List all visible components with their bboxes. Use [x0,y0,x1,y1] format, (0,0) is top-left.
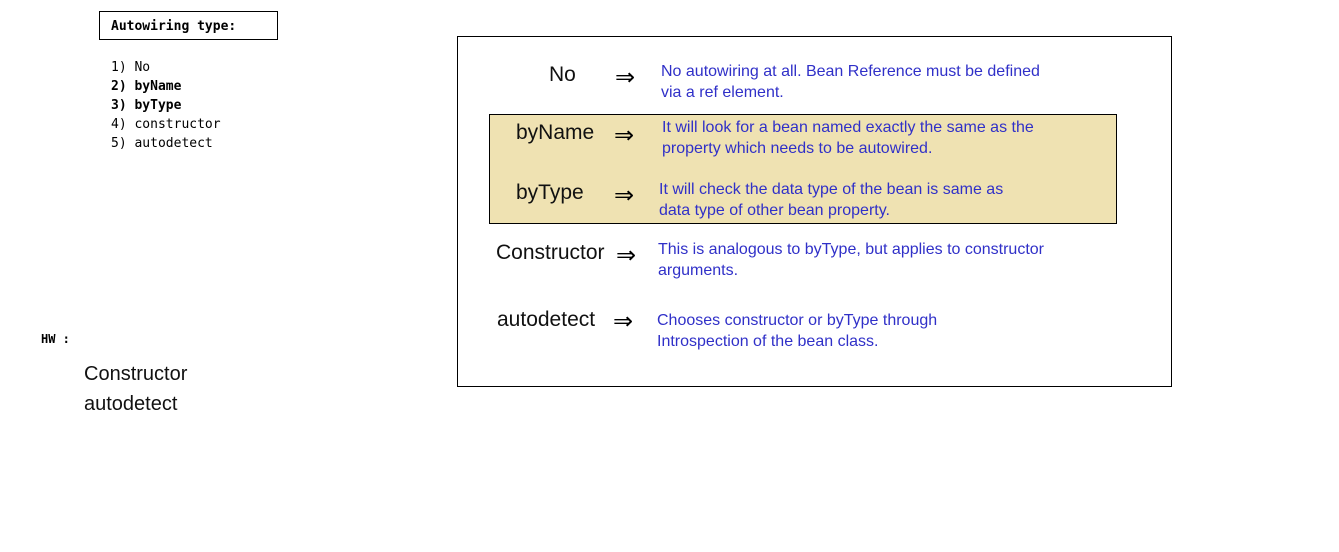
arrow-icon: ⇒ [616,241,637,269]
list-item-autodetect: 5) autodetect [111,136,213,151]
term-autodetect: autodetect [497,308,596,331]
arrow-icon: ⇒ [615,63,636,91]
autowiring-type-title: Autowiring type: [99,11,278,40]
list-item-byname: 2) byName [111,79,182,94]
term-bytype: byType [516,181,584,204]
arrow-icon: ⇒ [613,307,634,335]
autowiring-types-list: 1) No 2) byName 3) byType 4) constructor… [111,58,221,153]
autowiring-diagram: No ⇒ No autowiring at all. Bean Referenc… [457,36,1172,387]
desc-no-line1: No autowiring at all. Bean Reference mus… [661,63,1040,80]
homework-item-autodetect: autodetect [84,393,178,415]
homework-item-constructor: Constructor [84,363,188,385]
desc-autodetect-line2: Introspection of the bean class. [657,333,879,350]
desc-no-line2: via a ref element. [661,84,784,101]
list-item-bytype: 3) byType [111,98,182,113]
arrow-icon: ⇒ [614,181,635,209]
arrow-icon: ⇒ [614,121,635,149]
term-no: No [549,63,576,86]
homework-label: HW : [41,332,70,346]
desc-constructor-line1: This is analogous to byType, but applies… [658,241,1044,258]
desc-constructor-line2: arguments. [658,262,739,279]
list-item-constructor: 4) constructor [111,117,221,132]
desc-byname-line1: It will look for a bean named exactly th… [662,119,1034,136]
desc-bytype-line2: data type of other bean property. [659,202,890,219]
list-item-no: 1) No [111,60,151,75]
desc-bytype-line1: It will check the data type of the bean … [659,181,1004,198]
desc-byname-line2: property which needs to be autowired. [662,140,933,157]
term-constructor: Constructor [496,241,605,264]
desc-autodetect-line1: Chooses constructor or byType through [657,312,938,329]
term-byname: byName [516,121,595,144]
